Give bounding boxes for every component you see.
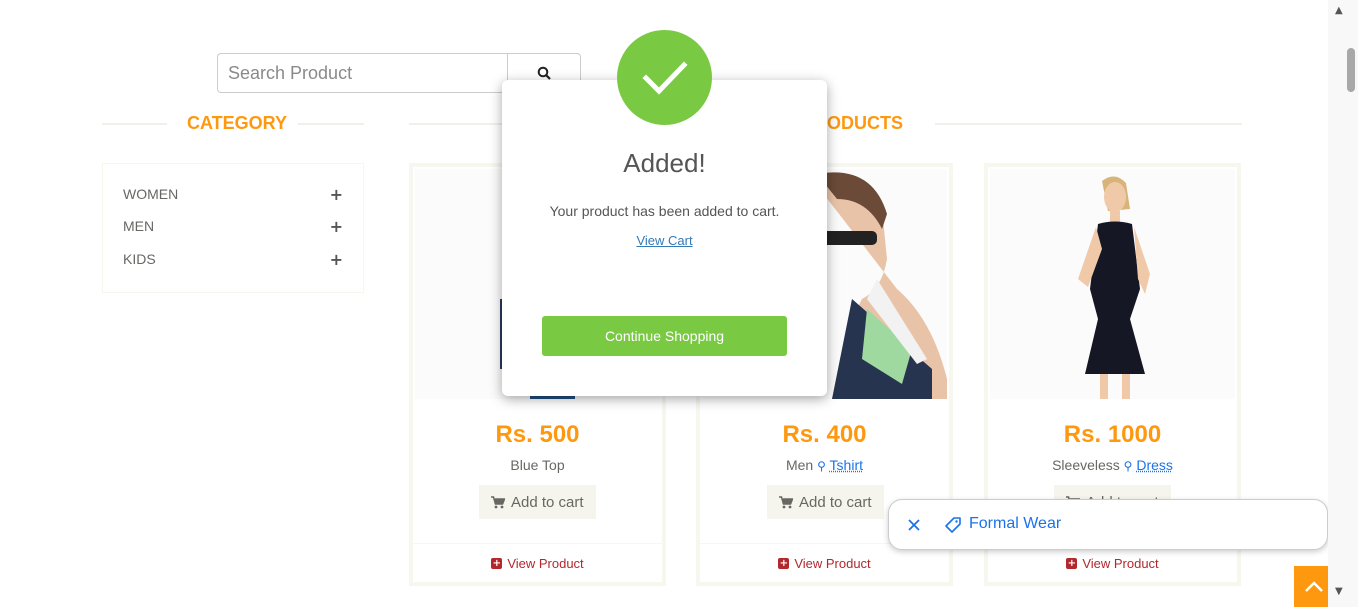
- added-to-cart-modal: Added! Your product has been added to ca…: [502, 80, 827, 396]
- continue-shopping-button[interactable]: Continue Shopping: [542, 316, 787, 356]
- category-item-women[interactable]: WOMEN +: [123, 184, 343, 204]
- view-product-link[interactable]: + View Product: [413, 543, 662, 582]
- category-title: CATEGORY: [187, 113, 288, 133]
- divider: [409, 123, 504, 125]
- modal-title: Added!: [623, 148, 706, 178]
- view-product-label: View Product: [794, 556, 871, 571]
- product-name-link[interactable]: Tshirt: [830, 457, 863, 473]
- add-to-cart-button[interactable]: Add to cart: [767, 485, 884, 519]
- search-icon: [537, 66, 551, 80]
- view-product-label: View Product: [507, 556, 584, 571]
- add-to-cart-label: Add to cart: [799, 493, 872, 511]
- plus-square-icon: +: [778, 558, 790, 569]
- plus-icon[interactable]: +: [330, 250, 343, 269]
- scrollbar-thumb[interactable]: [1347, 48, 1355, 92]
- plus-icon[interactable]: +: [330, 217, 343, 236]
- add-to-cart-button[interactable]: Add to cart: [479, 485, 596, 519]
- product-name: Blue Top: [510, 457, 565, 473]
- product-image: [990, 169, 1235, 399]
- plus-icon[interactable]: +: [330, 185, 343, 204]
- chevron-up-icon: [1305, 580, 1323, 592]
- product-price: Rs. 400: [782, 421, 867, 448]
- search-icon: ⚲: [1123, 459, 1133, 473]
- plus-square-icon: +: [1066, 558, 1078, 569]
- cart-icon: [491, 495, 505, 508]
- modal-message: Your product has been added to cart.: [549, 203, 780, 219]
- divider: [298, 123, 364, 125]
- add-to-cart-label: Add to cart: [511, 493, 584, 511]
- product-name: Sleeveless ⚲ Dress: [1052, 457, 1173, 473]
- search-input[interactable]: [217, 53, 508, 93]
- category-panel: WOMEN + MEN + KIDS +: [102, 163, 364, 293]
- product-name-link[interactable]: Dress: [1136, 457, 1173, 473]
- plus-square-icon: +: [491, 558, 503, 569]
- cart-icon: [779, 495, 793, 508]
- chip-label[interactable]: Formal Wear: [969, 515, 1061, 533]
- divider: [935, 123, 1242, 125]
- view-product-label: View Product: [1082, 556, 1159, 571]
- divider: [102, 123, 167, 125]
- category-label: WOMEN: [123, 186, 179, 202]
- scrollbar[interactable]: ▲ ▼: [1328, 0, 1358, 607]
- scroll-up-arrow-icon[interactable]: ▲: [1335, 5, 1343, 16]
- category-label: MEN: [123, 218, 155, 234]
- features-items-title: ODUCTS: [827, 113, 903, 133]
- scroll-down-arrow-icon[interactable]: ▼: [1335, 586, 1343, 597]
- search-icon: ⚲: [817, 459, 826, 473]
- checkmark-icon: [617, 30, 712, 125]
- tag-icon: [945, 517, 961, 533]
- category-item-kids[interactable]: KIDS +: [123, 249, 343, 269]
- category-item-men[interactable]: MEN +: [123, 216, 343, 236]
- product-price: Rs. 500: [495, 421, 580, 448]
- close-icon[interactable]: [905, 516, 923, 534]
- view-cart-link[interactable]: View Cart: [502, 233, 827, 248]
- product-price: Rs. 1000: [1063, 421, 1162, 448]
- category-label: KIDS: [123, 251, 156, 267]
- product-name: Men ⚲ Tshirt: [785, 457, 863, 473]
- suggestion-chip[interactable]: Formal Wear: [888, 499, 1328, 550]
